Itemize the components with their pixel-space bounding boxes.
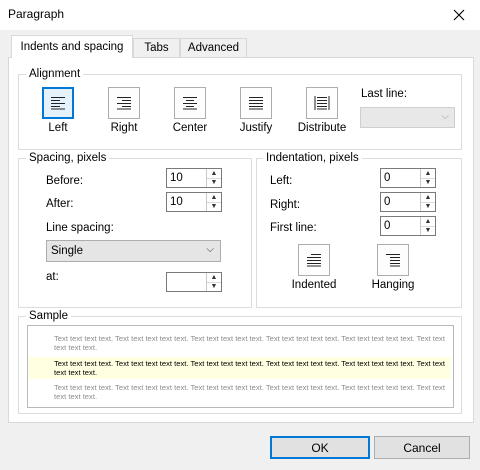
align-center-button[interactable] [174,87,206,119]
first-line-value: 0 [384,220,391,232]
close-icon[interactable] [448,4,470,26]
cancel-button[interactable]: Cancel [374,436,470,459]
hanging-indent-icon [386,254,400,267]
first-line-label: First line: [270,222,317,234]
align-left-icon [51,97,65,110]
line-spacing-value: Single [51,245,83,257]
spin-down-icon[interactable]: ▼ [207,282,221,291]
align-distribute-icon [314,96,330,110]
align-distribute-button[interactable] [306,87,338,119]
sample-current-text: Text text text text. Text text text text… [28,357,451,379]
align-center-icon [183,97,197,110]
first-line-spinbox[interactable]: 0 ▲ ▼ [380,216,436,236]
sample-group-label: Sample [26,310,71,322]
spin-down-icon[interactable]: ▼ [207,178,221,187]
spin-down-icon[interactable]: ▼ [421,178,435,187]
indent-left-value: 0 [384,172,391,184]
indent-left-spinbox[interactable]: 0 ▲ ▼ [380,168,436,188]
last-line-select: ⌵ [360,107,455,128]
tab-tabs[interactable]: Tabs [133,38,180,57]
align-left-label: Left [48,122,68,134]
align-left-button[interactable] [42,87,74,119]
at-spinbox[interactable]: ▲ ▼ [166,272,222,292]
chevron-down-icon: ⌵ [441,111,449,122]
tab-indents-and-spacing[interactable]: Indents and spacing [11,35,133,58]
sample-before-text: Text text text text. Text text text text… [54,334,445,352]
line-spacing-select[interactable]: Single ⌵ [46,240,221,262]
align-right-icon [117,97,131,110]
indented-label: Indented [291,279,337,291]
align-justify-label: Justify [239,122,273,134]
indent-right-spinbox[interactable]: 0 ▲ ▼ [380,192,436,212]
at-label: at: [46,271,59,283]
tab-advanced[interactable]: Advanced [180,38,247,57]
align-justify-icon [249,97,263,110]
spacing-group-label: Spacing, pixels [26,152,110,164]
align-right-button[interactable] [108,87,140,119]
align-distribute-label: Distribute [297,122,347,134]
after-spinbox[interactable]: 10 ▲ ▼ [166,192,222,212]
chevron-down-icon: ⌵ [206,244,214,255]
title-bar [0,0,480,30]
first-line-indent-icon [307,254,321,267]
before-value: 10 [170,172,183,184]
indent-left-label: Left: [270,175,293,187]
after-value: 10 [170,196,183,208]
indent-right-value: 0 [384,196,391,208]
ok-button[interactable]: OK [270,436,370,459]
align-justify-button[interactable] [240,87,272,119]
after-label: After: [46,198,74,210]
align-center-label: Center [172,122,208,134]
last-line-label: Last line: [361,88,408,100]
before-spinbox[interactable]: 10 ▲ ▼ [166,168,222,188]
indent-right-label: Right: [270,199,301,211]
align-right-label: Right [110,122,138,134]
spin-down-icon[interactable]: ▼ [421,202,435,211]
hanging-button[interactable] [377,244,409,276]
before-label: Before: [46,175,84,187]
spin-down-icon[interactable]: ▼ [207,202,221,211]
spin-down-icon[interactable]: ▼ [421,226,435,235]
sample-after-text: Text text text text. Text text text text… [54,383,445,401]
alignment-group-label: Alignment [26,68,84,80]
hanging-label: Hanging [371,279,415,291]
window-title: Paragraph [8,7,65,21]
indented-button[interactable] [298,244,330,276]
line-spacing-label: Line spacing: [46,222,114,234]
indentation-group-label: Indentation, pixels [263,152,362,164]
